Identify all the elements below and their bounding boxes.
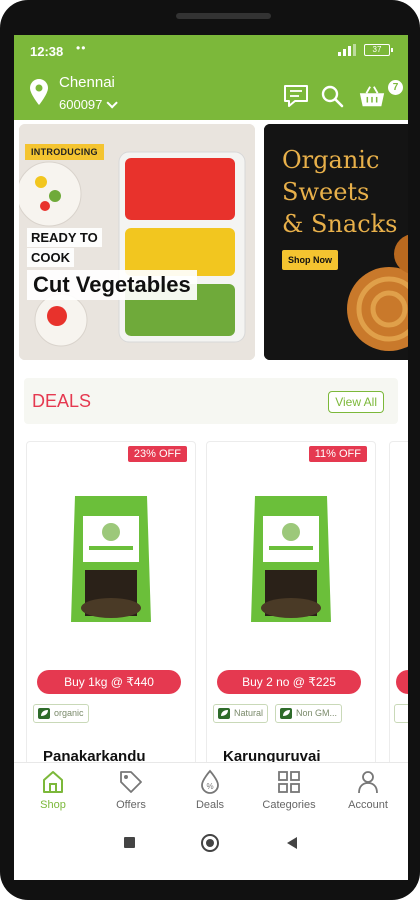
chat-icon[interactable] [282,83,310,109]
nav-offers[interactable]: Offers [92,769,170,811]
buy-button[interactable]: Buy 2 no @ ₹225 [217,670,361,694]
banner-headline: Cut Vegetables [27,270,197,300]
nav-shop[interactable]: Shop [14,769,92,811]
pincode-text: 600097 [59,97,103,112]
banner-title-line2: Sweets [282,178,370,206]
cart-count-badge: 7 [388,80,403,95]
tag-chip-natural: Natural [213,704,269,723]
nav-deals-label: Deals [195,799,225,811]
status-bar: 12:38 •• 37 [14,35,408,67]
user-icon [358,771,378,794]
status-time: 12:38 [30,44,64,59]
location-pin-icon[interactable] [30,79,48,105]
introducing-tag: INTRODUCING [25,144,104,160]
banner-carousel[interactable]: INTRODUCING READY TO COOK Cut Vegetables… [14,124,408,362]
product-image [71,496,151,622]
nav-account-label: Account [348,799,388,811]
nav-categories-label: Categories [262,799,316,811]
nav-deals[interactable]: % Deals [171,769,249,811]
leaf-icon [218,708,230,719]
app-header: 12:38 •• 37 Chennai 600097 7 [14,35,408,120]
deals-title: DEALS [32,391,92,411]
svg-text:%: % [206,782,213,791]
recents-icon[interactable] [124,837,135,848]
tag-chip-label: Non GM... [296,708,338,718]
discount-badge: 23% OFF [127,446,187,462]
back-icon[interactable] [287,837,297,849]
app-screen: 12:38 •• 37 Chennai 600097 7 INTRODUCING… [14,35,408,880]
buy-button-peek [396,670,408,694]
system-navigation-bar [14,820,408,880]
grid-icon [278,771,300,793]
phone-frame: 12:38 •• 37 Chennai 600097 7 INTRODUCING… [0,0,420,900]
view-all-button[interactable]: View All [328,391,384,413]
location-city[interactable]: Chennai [59,74,115,91]
banner-cook-text: COOK [27,248,74,267]
leaf-icon [38,708,50,719]
tag-icon [120,771,142,793]
banner-title-line1: Organic [282,146,380,174]
tag-chip-organic: organic [33,704,89,723]
banner-title-line3: & Snacks [282,210,398,238]
home-icon[interactable] [201,834,219,852]
deals-section-header: DEALS View All [24,378,398,424]
banner-ready-to-text: READY TO [27,228,102,247]
tag-chip-label: organic [54,708,84,718]
product-card-next-peek[interactable] [389,441,408,771]
chevron-down-icon [106,97,119,109]
notification-dots: •• [76,41,87,55]
phone-speaker [176,13,271,19]
product-card-karunguruvai[interactable]: 11% OFF Buy 2 no @ ₹225 Natural Non GM..… [206,441,376,771]
bottom-navigation: Shop Offers % Deals Categories Account [14,762,408,820]
battery-icon: 37 [364,44,393,56]
shop-now-button[interactable]: Shop Now [282,250,338,270]
cart-basket-icon[interactable] [358,83,386,109]
buy-button[interactable]: Buy 1kg @ ₹440 [37,670,181,694]
banner-cut-vegetables[interactable]: INTRODUCING READY TO COOK Cut Vegetables [19,124,255,360]
tag-chip-label: Natural [234,708,264,718]
shop-icon [43,771,63,793]
nav-shop-label: Shop [40,799,66,811]
banner-organic-title: Organic Sweets & Snacks [282,144,398,240]
leaf-icon [280,708,292,719]
percent-drop-icon: % [201,769,219,794]
nav-account[interactable]: Account [329,769,407,811]
location-pincode[interactable]: 600097 [59,97,119,112]
signal-icon [338,44,356,56]
nav-offers-label: Offers [116,799,146,811]
product-card-panakarkandu[interactable]: 23% OFF Buy 1kg @ ₹440 organic Panakarka… [26,441,196,771]
tag-chip-non-gmo: Non GM... [275,704,343,723]
nav-categories[interactable]: Categories [250,769,328,811]
tag-chip-peek [394,704,408,723]
banner-organic-sweets[interactable]: Organic Sweets & Snacks Shop Now [264,124,408,360]
discount-badge: 11% OFF [308,446,367,462]
search-icon[interactable] [318,83,346,109]
product-image [251,496,331,622]
